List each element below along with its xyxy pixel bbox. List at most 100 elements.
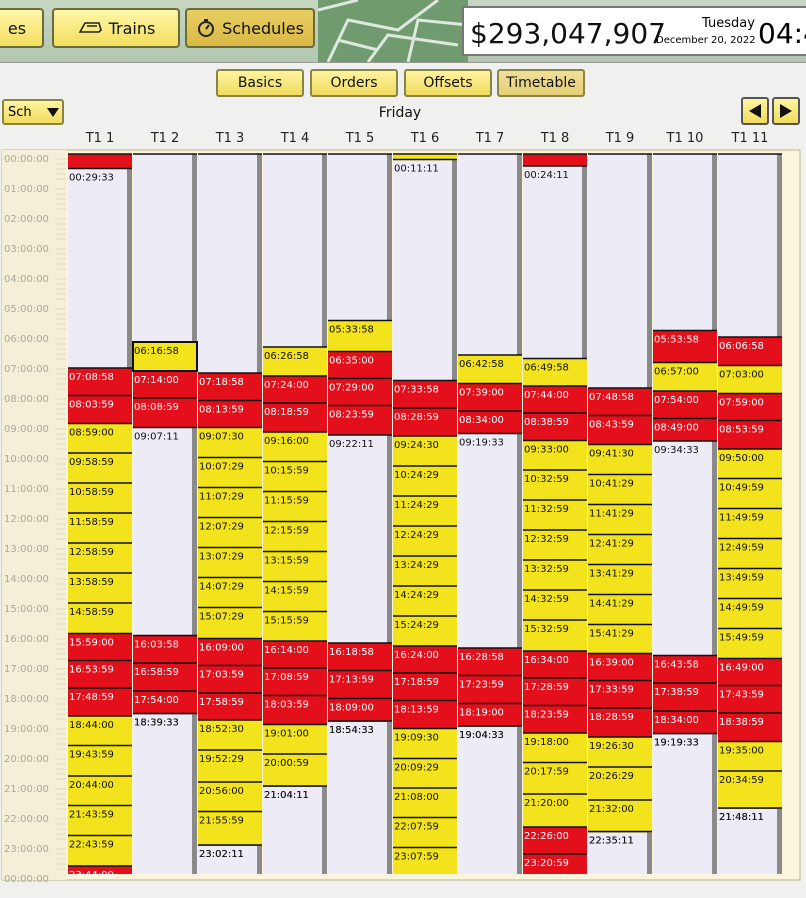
block-time-label: 00:29:33: [69, 173, 114, 184]
block-time-label: 08:43:59: [589, 420, 634, 431]
block-time-label: 21:48:11: [719, 812, 764, 823]
schedule-block-yellow[interactable]: [393, 154, 457, 160]
block-time-label: 22:43:59: [69, 840, 114, 851]
train-column-header[interactable]: T1 3: [215, 131, 245, 146]
train-column-header[interactable]: T1 10: [666, 131, 704, 146]
block-time-label: 13:15:59: [264, 556, 309, 567]
block-time-label: 15:59:00: [69, 638, 114, 649]
train-column[interactable]: [653, 154, 717, 874]
block-time-label: 12:24:29: [394, 530, 439, 541]
schedule-block-red[interactable]: [68, 154, 132, 169]
train-column-header[interactable]: T1 1: [85, 131, 115, 146]
block-time-label: 12:41:29: [589, 539, 634, 550]
block-time-label: 11:41:29: [589, 509, 634, 520]
block-time-label: 17:23:59: [459, 680, 504, 691]
block-time-label: 07:44:00: [524, 390, 569, 401]
block-time-label: 18:52:30: [199, 724, 244, 735]
hour-label: 20:00:00: [4, 754, 49, 765]
block-time-label: 17:18:59: [394, 677, 439, 688]
block-time-label: 18:19:00: [459, 708, 504, 719]
block-time-label: 18:38:59: [719, 717, 764, 728]
block-time-label: 15:49:59: [719, 633, 764, 644]
block-time-label: 16:24:00: [394, 650, 439, 661]
hour-label: 18:00:00: [4, 694, 49, 705]
block-time-label: 14:49:59: [719, 603, 764, 614]
idle-bar: [777, 154, 782, 337]
block-time-label: 09:22:11: [329, 439, 374, 450]
idle-bar: [192, 713, 197, 874]
block-time-label: 08:23:59: [329, 410, 374, 421]
block-time-label: 00:11:11: [394, 164, 439, 175]
block-time-label: 21:43:59: [69, 810, 114, 821]
train-column-header[interactable]: T1 9: [605, 131, 635, 146]
block-time-label: 07:08:58: [69, 372, 114, 383]
idle-bar: [387, 721, 392, 874]
idle-bar: [712, 733, 717, 874]
block-time-label: 13:58:59: [69, 577, 114, 588]
block-time-label: 06:35:00: [329, 356, 374, 367]
train-column[interactable]: [133, 154, 197, 874]
schedule-block-red[interactable]: [523, 154, 587, 166]
block-time-label: 10:24:29: [394, 470, 439, 481]
idle-bar: [517, 154, 522, 355]
block-time-label: 18:28:59: [589, 712, 634, 723]
block-time-label: 07:33:58: [394, 385, 439, 396]
idle-bar: [712, 154, 717, 331]
idle-bar: [127, 168, 132, 368]
block-time-label: 18:13:59: [394, 705, 439, 716]
hour-label: 08:00:00: [4, 394, 49, 405]
idle-bar: [387, 154, 392, 321]
block-time-label: 15:32:59: [524, 624, 569, 635]
block-time-label: 16:49:00: [719, 663, 764, 674]
train-column-header[interactable]: T1 11: [731, 131, 769, 146]
idle-bar: [647, 831, 652, 874]
train-column-header[interactable]: T1 5: [345, 131, 375, 146]
train-column[interactable]: [458, 154, 522, 874]
block-time-label: 07:48:58: [589, 392, 634, 403]
block-time-label: 13:32:59: [524, 564, 569, 575]
block-time-label: 16:43:58: [654, 660, 699, 671]
block-time-label: 09:07:30: [199, 432, 244, 443]
block-time-label: 14:41:29: [589, 599, 634, 610]
block-time-label: 18:44:00: [69, 720, 114, 731]
train-column-header[interactable]: T1 2: [150, 131, 180, 146]
hour-label: 06:00:00: [4, 334, 49, 345]
block-time-label: 07:54:00: [654, 395, 699, 406]
block-time-label: 08:49:00: [654, 423, 699, 434]
block-time-label: 16:53:59: [69, 665, 114, 676]
block-time-label: 11:32:59: [524, 504, 569, 515]
block-time-label: 14:07:29: [199, 582, 244, 593]
idle-bar: [647, 154, 652, 388]
train-column[interactable]: [328, 154, 392, 874]
train-column-header[interactable]: T1 8: [540, 131, 570, 146]
block-time-label: 06:26:58: [264, 351, 309, 362]
block-time-label: 19:43:59: [69, 750, 114, 761]
timetable-grid[interactable]: 00:00:00 01:00:00 02:00:00 03:00:00 04:00:00…: [0, 0, 806, 897]
block-time-label: 13:24:29: [394, 560, 439, 571]
block-time-label: 14:32:59: [524, 594, 569, 605]
train-column-header[interactable]: T1 7: [475, 131, 505, 146]
block-time-label: 00:24:11: [524, 170, 569, 181]
block-time-label: 06:42:58: [459, 359, 504, 370]
block-time-label: 10:58:59: [69, 487, 114, 498]
block-time-label: 09:50:00: [719, 453, 764, 464]
block-time-label: 22:35:11: [589, 836, 634, 847]
block-time-label: 19:35:00: [719, 746, 764, 757]
hour-label: 21:00:00: [4, 784, 49, 795]
block-time-label: 17:48:59: [69, 692, 114, 703]
idle-bar: [452, 159, 457, 381]
block-time-label: 22:07:59: [394, 822, 439, 833]
hour-label: 07:00:00: [4, 364, 49, 375]
block-time-label: 08:28:59: [394, 412, 439, 423]
block-time-label: 07:29:00: [329, 383, 374, 394]
block-time-label: 10:15:59: [264, 466, 309, 477]
block-time-label: 13:41:29: [589, 569, 634, 580]
block-time-label: 21:20:00: [524, 798, 569, 809]
block-time-label: 17:54:00: [134, 695, 179, 706]
block-time-label: 11:58:59: [69, 517, 114, 528]
train-column-header[interactable]: T1 6: [410, 131, 440, 146]
block-time-label: 11:24:29: [394, 500, 439, 511]
train-column-header[interactable]: T1 4: [280, 131, 310, 146]
block-time-label: 10:07:29: [199, 462, 244, 473]
idle-bar: [257, 845, 262, 874]
